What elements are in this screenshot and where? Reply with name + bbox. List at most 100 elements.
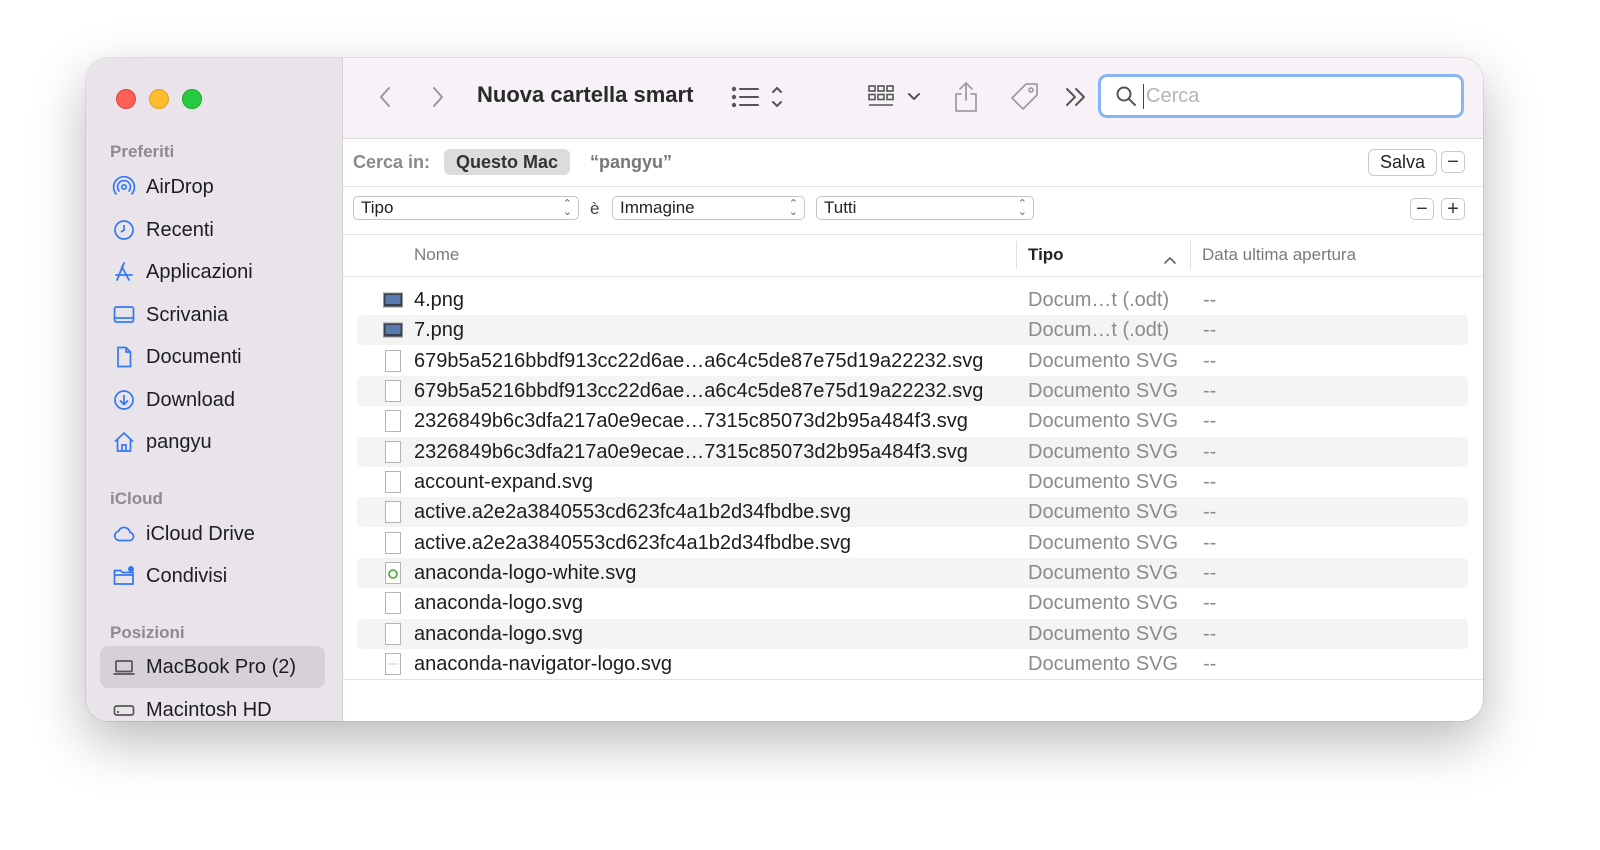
- svg-file-icon: [385, 350, 401, 372]
- sidebar-section-preferiti: Preferiti: [110, 142, 175, 161]
- document-icon: [112, 345, 136, 369]
- svg-file-icon: [385, 623, 401, 645]
- close-window-button[interactable]: [116, 89, 136, 109]
- file-row[interactable]: anaconda-logo.svg Documento SVG --: [357, 588, 1468, 618]
- remove-search-button[interactable]: −: [1441, 151, 1465, 173]
- group-button[interactable]: [867, 82, 925, 112]
- file-row[interactable]: 7.png Docum…t (.odt) --: [357, 315, 1468, 345]
- file-name: anaconda-logo-white.svg: [414, 561, 637, 584]
- file-date: --: [1203, 591, 1217, 614]
- column-name-header[interactable]: Nome: [414, 245, 459, 265]
- file-name: anaconda-logo.svg: [414, 591, 584, 614]
- file-row[interactable]: 2326849b6c3dfa217a0e9ecae…7315c85073d2b9…: [357, 406, 1468, 436]
- column-divider[interactable]: [1190, 241, 1191, 269]
- applications-icon: [112, 260, 136, 284]
- file-row[interactable]: 679b5a5216bbdf913cc22d6ae…a6c4c5de87e75d…: [357, 346, 1468, 376]
- file-kind: Documento SVG: [1028, 379, 1179, 402]
- file-row[interactable]: account-expand.svg Documento SVG --: [357, 467, 1468, 497]
- up-down-chevron-icon: ⌃ ⌄: [788, 198, 798, 218]
- list-view-icon: [731, 86, 782, 108]
- sidebar-item-recenti[interactable]: Recenti: [100, 209, 325, 251]
- image-file-icon: [383, 292, 403, 308]
- file-date: --: [1203, 349, 1217, 372]
- file-row[interactable]: 679b5a5216bbdf913cc22d6ae…a6c4c5de87e75d…: [357, 376, 1468, 406]
- column-header: Nome Tipo Data ultima apertura: [343, 235, 1483, 277]
- svg-file-icon: [385, 471, 401, 493]
- file-name: 679b5a5216bbdf913cc22d6ae…a6c4c5de87e75d…: [414, 379, 984, 402]
- save-button[interactable]: Salva: [1368, 149, 1437, 176]
- airdrop-icon: [112, 175, 136, 199]
- scope-this-mac-button[interactable]: Questo Mac: [444, 149, 571, 175]
- minimize-window-button[interactable]: [149, 89, 169, 109]
- file-date: --: [1203, 379, 1217, 402]
- svg-file-icon: [385, 501, 401, 523]
- sidebar-item-label: AirDrop: [146, 175, 214, 198]
- sidebar-item-label: Condivisi: [146, 564, 228, 587]
- sidebar-item-download[interactable]: Download: [100, 379, 325, 421]
- search-criteria-bar: Tipo ⌃ ⌄ è Immagine ⌃ ⌄ Tutti ⌃ ⌄ − +: [343, 187, 1483, 235]
- sidebar-item-label: Macintosh HD: [146, 698, 272, 721]
- file-row[interactable]: 2326849b6c3dfa217a0e9ecae…7315c85073d2b9…: [357, 437, 1468, 467]
- scope-label: Cerca in:: [353, 152, 431, 172]
- sidebar-item-condivisi[interactable]: Condivisi: [100, 555, 325, 597]
- add-criterion-button[interactable]: +: [1441, 198, 1465, 220]
- file-date: --: [1203, 561, 1217, 584]
- file-name: 2326849b6c3dfa217a0e9ecae…7315c85073d2b9…: [414, 409, 968, 432]
- file-kind: Documento SVG: [1028, 652, 1179, 675]
- sidebar-item-icloud-drive[interactable]: iCloud Drive: [100, 513, 325, 555]
- sidebar-item-pangyu[interactable]: pangyu: [100, 421, 325, 463]
- sidebar-item-airdrop[interactable]: AirDrop: [100, 166, 325, 208]
- column-date-header[interactable]: Data ultima apertura: [1202, 245, 1356, 265]
- sidebar-item-macbook-pro[interactable]: MacBook Pro (2): [100, 646, 325, 688]
- column-divider[interactable]: [1016, 241, 1017, 269]
- file-kind: Documento SVG: [1028, 470, 1179, 493]
- file-kind: Docum…t (.odt): [1028, 288, 1170, 311]
- value-popup[interactable]: Immagine ⌃ ⌄: [612, 196, 805, 220]
- shared-folder-icon: [112, 564, 136, 588]
- subtype-popup[interactable]: Tutti ⌃ ⌄: [816, 196, 1034, 220]
- sidebar-item-label: Applicazioni: [146, 260, 253, 283]
- grid-icon: [868, 85, 920, 106]
- window-controls: [116, 89, 202, 109]
- file-date: --: [1203, 500, 1217, 523]
- file-row[interactable]: active.a2e2a3840553cd623fc4a1b2d34fbdbe.…: [357, 528, 1468, 558]
- sidebar-item-applicazioni[interactable]: Applicazioni: [100, 251, 325, 293]
- scope-query-button[interactable]: “pangyu”: [590, 152, 672, 173]
- back-button[interactable]: [373, 84, 397, 110]
- sidebar-item-documenti[interactable]: Documenti: [100, 336, 325, 378]
- forward-button[interactable]: [426, 84, 450, 110]
- more-toolbar-button[interactable]: [1063, 84, 1089, 110]
- file-name: active.a2e2a3840553cd623fc4a1b2d34fbdbe.…: [414, 500, 852, 523]
- search-field[interactable]: [1098, 74, 1464, 118]
- remove-criterion-button[interactable]: −: [1410, 198, 1434, 220]
- file-name: anaconda-logo.svg: [414, 622, 584, 645]
- file-row[interactable]: anaconda-logo-white.svg Documento SVG --: [357, 558, 1468, 588]
- sidebar-item-scrivania[interactable]: Scrivania: [100, 294, 325, 336]
- finder-window: Preferiti AirDrop Recenti Applicazioni S…: [86, 58, 1483, 721]
- share-button[interactable]: [952, 80, 980, 114]
- sidebar-item-macintosh-hd[interactable]: Macintosh HD: [100, 689, 325, 721]
- file-row[interactable]: 4.png Docum…t (.odt) --: [357, 285, 1468, 315]
- image-file-icon: [383, 322, 403, 338]
- svg-file-icon: [385, 653, 401, 675]
- svg-file-icon: [385, 410, 401, 432]
- tag-button[interactable]: [1009, 81, 1041, 113]
- tag-icon: [1011, 83, 1038, 110]
- file-date: --: [1203, 440, 1217, 463]
- zoom-window-button[interactable]: [182, 89, 202, 109]
- search-scope-bar: Cerca in: Questo Mac “pangyu” Salva −: [343, 139, 1483, 187]
- svg-file-icon: [385, 380, 401, 402]
- file-date: --: [1203, 470, 1217, 493]
- file-row[interactable]: anaconda-logo.svg Documento SVG --: [357, 619, 1468, 649]
- window-title: Nuova cartella smart: [477, 82, 694, 107]
- sidebar: Preferiti AirDrop Recenti Applicazioni S…: [86, 58, 343, 721]
- chevron-right-icon: [433, 87, 443, 107]
- column-kind-header[interactable]: Tipo: [1028, 245, 1064, 265]
- attribute-popup[interactable]: Tipo ⌃ ⌄: [353, 196, 579, 220]
- search-input[interactable]: [1143, 83, 1438, 109]
- attribute-popup-value: Tipo: [361, 198, 394, 217]
- file-row[interactable]: active.a2e2a3840553cd623fc4a1b2d34fbdbe.…: [357, 497, 1468, 527]
- view-options-button[interactable]: [731, 82, 797, 112]
- file-row[interactable]: anaconda-navigator-logo.svg Documento SV…: [357, 649, 1468, 679]
- file-name: 4.png: [414, 288, 465, 311]
